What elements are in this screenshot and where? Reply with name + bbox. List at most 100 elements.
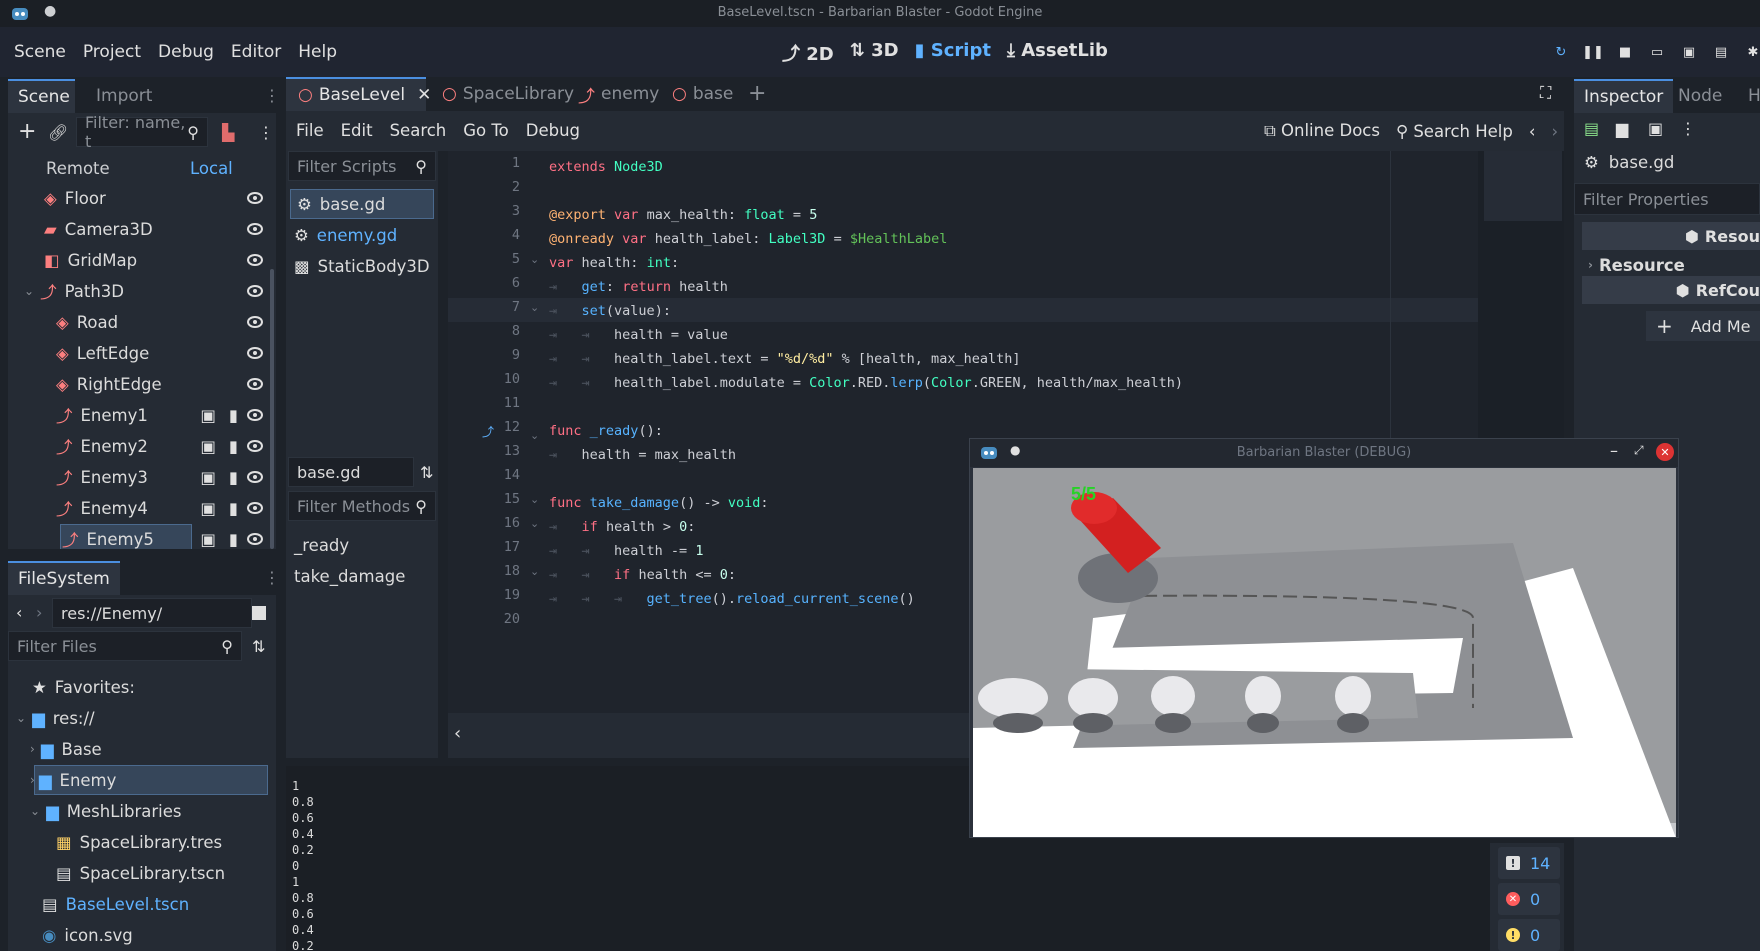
close-window-icon[interactable]: ✕ xyxy=(1656,443,1674,461)
chevron-right-icon[interactable]: › xyxy=(30,742,35,756)
folder-enemy[interactable]: › ▆ Enemy xyxy=(28,765,268,795)
folder-res[interactable]: ⌄ ▆ res:// xyxy=(16,703,95,733)
remote-debug-icon[interactable]: ▭ xyxy=(1648,44,1666,60)
visibility-icon[interactable] xyxy=(246,378,264,390)
chevron-right-icon[interactable]: › xyxy=(30,773,35,787)
minimize-icon[interactable]: – xyxy=(1610,441,1618,460)
tree-node-enemy1[interactable]: ⤴ Enemy1 ▣ ▮ xyxy=(56,400,264,430)
dock-menu-icon[interactable]: ⋮ xyxy=(264,568,280,587)
fold-icon[interactable]: ⌄ xyxy=(530,301,539,314)
filter-files-input[interactable]: Filter Files ⚲ xyxy=(8,631,242,661)
fold-icon[interactable]: ⌄ xyxy=(530,253,539,266)
favorites-item[interactable]: ★ Favorites: xyxy=(32,672,135,702)
tab-scene[interactable]: Scene xyxy=(8,79,75,113)
mode-3d-button[interactable]: ⇅ 3D xyxy=(850,40,899,66)
save-icon[interactable]: ▣ xyxy=(1648,119,1663,138)
inspector-menu-icon[interactable]: ⋮ xyxy=(1680,119,1696,138)
visibility-icon[interactable] xyxy=(246,440,264,452)
back-icon[interactable]: ‹ xyxy=(16,603,22,622)
path-field[interactable]: res://Enemy/ xyxy=(52,598,252,628)
remote-tab[interactable]: Remote xyxy=(46,159,110,178)
fold-icon[interactable]: ⌄ xyxy=(530,429,539,442)
fold-icon[interactable]: ⌄ xyxy=(530,517,539,530)
file-spacelibrary-tres[interactable]: ▦ SpaceLibrary.tres xyxy=(56,827,222,857)
add-node-icon[interactable]: + xyxy=(18,119,36,144)
menu-debug[interactable]: Debug xyxy=(158,42,214,62)
tree-node-enemy2[interactable]: ⤴ Enemy2 ▣ ▮ xyxy=(56,431,264,461)
script-icon[interactable]: ▮ xyxy=(229,530,238,549)
menu-help[interactable]: Help xyxy=(298,42,337,62)
visibility-icon[interactable] xyxy=(246,347,264,359)
mode-script-button[interactable]: ▮ Script xyxy=(915,40,991,66)
tree-node-floor[interactable]: ◈ Floor xyxy=(44,183,264,213)
instance-icon[interactable]: ▣ xyxy=(200,468,216,487)
menu-scene[interactable]: Scene xyxy=(14,42,66,62)
play-custom-icon[interactable]: ▤ xyxy=(1712,44,1730,60)
tab-baselevel[interactable]: ○ BaseLevel ✕ xyxy=(286,77,431,111)
script-icon[interactable]: ▮ xyxy=(229,437,238,456)
toggle-scripts-panel-icon[interactable]: ‹ xyxy=(454,723,461,744)
mode-assetlib-button[interactable]: ⤓ AssetLib xyxy=(1007,40,1108,66)
distraction-free-icon[interactable]: ⛶ xyxy=(1540,83,1551,103)
chevron-down-icon[interactable]: ⌄ xyxy=(24,284,34,298)
visibility-icon[interactable] xyxy=(246,316,264,328)
tree-node-leftedge[interactable]: ◈ LeftEdge xyxy=(56,338,264,368)
tree-node-rightedge[interactable]: ◈ RightEdge xyxy=(56,369,264,399)
tab-spacelibrary[interactable]: ○ SpaceLibrary xyxy=(432,77,584,111)
dock-menu-icon[interactable]: ⋮ xyxy=(264,86,280,105)
sort-icon[interactable]: ⇅ xyxy=(420,463,433,482)
forward-icon[interactable]: › xyxy=(36,603,42,622)
script-icon[interactable]: ▮ xyxy=(229,499,238,518)
visibility-icon[interactable] xyxy=(246,192,264,204)
local-tab[interactable]: Local xyxy=(190,159,233,178)
tree-node-road[interactable]: ◈ Road xyxy=(56,307,264,337)
tab-history[interactable]: Hi xyxy=(1738,79,1760,113)
visibility-icon[interactable] xyxy=(246,471,264,483)
chevron-down-icon[interactable]: ⌄ xyxy=(30,804,40,818)
prev-script-icon[interactable]: ‹ xyxy=(1529,122,1536,141)
instance-icon[interactable]: ▣ xyxy=(200,406,216,425)
tab-inspector[interactable]: Inspector xyxy=(1574,79,1674,113)
script-menu-search[interactable]: Search xyxy=(390,121,447,140)
instance-icon[interactable]: ▣ xyxy=(200,499,216,518)
tab-import[interactable]: Import xyxy=(86,79,162,113)
file-icon-svg[interactable]: ◉ icon.svg xyxy=(42,920,133,950)
file-spacelibrary-tscn[interactable]: ▤ SpaceLibrary.tscn xyxy=(56,858,225,888)
tab-filesystem[interactable]: FileSystem xyxy=(8,561,120,595)
search-help-button[interactable]: ⚲ Search Help xyxy=(1396,122,1513,141)
filter-scripts-input[interactable]: Filter Scripts ⚲ xyxy=(288,151,436,181)
script-menu-file[interactable]: File xyxy=(296,121,324,140)
next-script-icon[interactable]: › xyxy=(1551,122,1558,141)
add-metadata-button[interactable]: + Add Me xyxy=(1646,311,1760,341)
stop-icon[interactable]: ■ xyxy=(1616,44,1634,60)
tree-node-camera3d[interactable]: ▰ Camera3D xyxy=(44,214,264,244)
script-icon[interactable]: ▮ xyxy=(229,406,238,425)
folder-meshlibraries[interactable]: ⌄ ▆ MeshLibraries xyxy=(30,796,181,826)
online-docs-button[interactable]: ⧉ Online Docs xyxy=(1264,121,1380,141)
fold-icon[interactable]: ⌄ xyxy=(530,493,539,506)
tab-base[interactable]: ○ base xyxy=(662,77,743,111)
tree-node-path3d[interactable]: ⌄ ⤴ Path3D xyxy=(24,276,264,306)
visibility-icon[interactable] xyxy=(246,285,264,297)
script-item-staticbody[interactable]: ▩ StaticBody3D xyxy=(294,251,430,281)
reload-icon[interactable]: ↻ xyxy=(1552,44,1570,60)
scene-scrollbar[interactable] xyxy=(270,269,274,549)
script-menu-debug[interactable]: Debug xyxy=(526,121,580,140)
script-menu-edit[interactable]: Edit xyxy=(341,121,373,140)
script-item-base[interactable]: ⚙ base.gd xyxy=(290,189,434,219)
play-scene-icon[interactable]: ▣ xyxy=(1680,44,1698,60)
new-resource-icon[interactable]: ▤ xyxy=(1584,119,1599,138)
connection-icon[interactable]: ⤴ xyxy=(482,423,494,440)
pause-icon[interactable]: ❚❚ xyxy=(1582,44,1604,60)
messages-filter-button[interactable]: ! 14 xyxy=(1498,847,1560,879)
menu-editor[interactable]: Editor xyxy=(231,42,281,62)
movie-icon[interactable]: ✱ xyxy=(1744,44,1760,60)
warnings-filter-button[interactable]: ! 0 xyxy=(1498,919,1560,951)
add-tab-icon[interactable]: + xyxy=(748,81,766,106)
filter-methods-input[interactable]: Filter Methods ⚲ xyxy=(288,491,436,521)
close-icon[interactable]: ✕ xyxy=(417,85,431,105)
visibility-icon[interactable] xyxy=(246,533,264,545)
game-viewport[interactable]: 5/5 xyxy=(973,468,1676,837)
open-folder-icon[interactable]: ▆ xyxy=(1616,119,1628,138)
tab-node[interactable]: Node xyxy=(1668,79,1732,113)
